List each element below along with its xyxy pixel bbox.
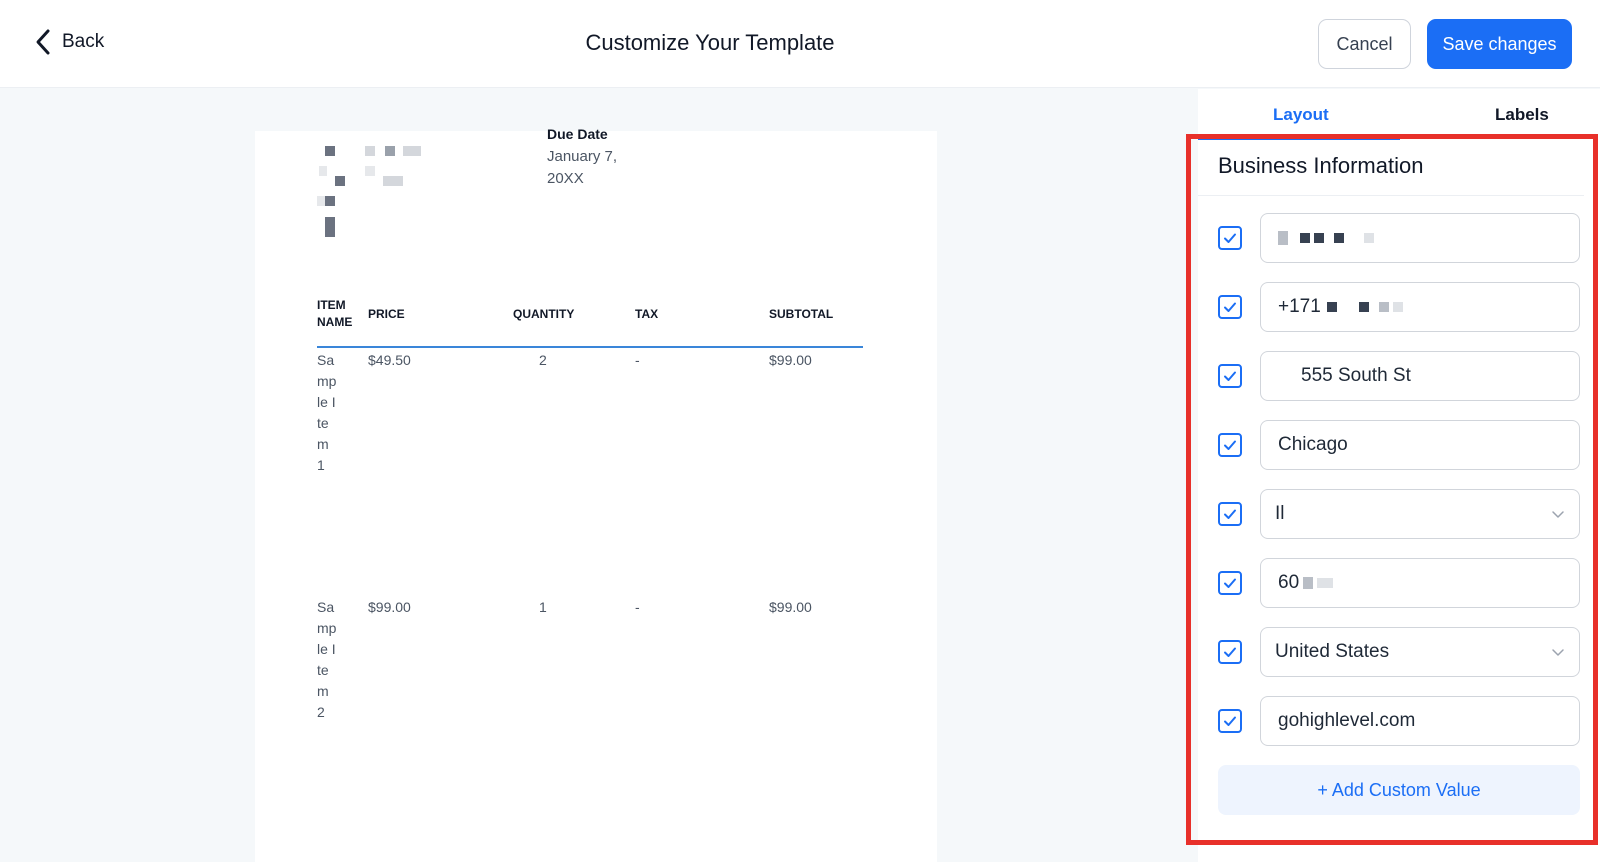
item-tax: - xyxy=(635,599,640,615)
item-quantity: 1 xyxy=(539,599,547,615)
field-row-postal-code: 60 xyxy=(1218,558,1580,608)
checkmark-icon xyxy=(1224,509,1236,519)
section-title: Business Information xyxy=(1218,153,1424,178)
item-name: Sample Item 1 xyxy=(317,352,337,473)
column-subtotal: SUBTOTAL xyxy=(769,307,834,321)
due-date-label: Due Date xyxy=(547,126,608,142)
checkmark-icon xyxy=(1224,440,1236,450)
column-price: PRICE xyxy=(368,307,405,321)
field-row-city: Chicago xyxy=(1218,420,1580,470)
phone-checkbox[interactable] xyxy=(1218,295,1242,319)
redacted-value xyxy=(1278,231,1378,245)
item-price: $99.00 xyxy=(368,599,411,615)
top-bar: Back Customize Your Template Cancel Save… xyxy=(0,0,1600,88)
section-divider xyxy=(1198,195,1584,196)
country-select[interactable]: United States xyxy=(1260,627,1580,677)
active-tab-indicator xyxy=(1198,137,1400,140)
postal-code-value: 60 xyxy=(1278,572,1300,593)
phone-input[interactable]: +171 xyxy=(1260,282,1580,332)
field-row-country: United States xyxy=(1218,627,1580,677)
checkmark-icon xyxy=(1224,233,1236,243)
city-input[interactable]: Chicago xyxy=(1260,420,1580,470)
business-name-input[interactable] xyxy=(1260,213,1580,263)
item-name: Sample Item 2 xyxy=(317,599,337,720)
field-row-state: Il xyxy=(1218,489,1580,539)
redacted-value xyxy=(1326,302,1407,312)
item-price: $49.50 xyxy=(368,352,411,368)
checkmark-icon xyxy=(1224,302,1236,312)
page-title: Customize Your Template xyxy=(585,30,835,55)
column-tax: TAX xyxy=(635,307,659,321)
tab-layout[interactable]: Layout xyxy=(1273,105,1329,125)
field-row-website: gohighlevel.com xyxy=(1218,696,1580,746)
chevron-down-icon xyxy=(1552,649,1564,656)
website-value: gohighlevel.com xyxy=(1278,710,1416,731)
tab-labels[interactable]: Labels xyxy=(1495,105,1549,125)
postal-code-input[interactable]: 60 xyxy=(1260,558,1580,608)
address-value: 555 South St xyxy=(1301,365,1411,386)
phone-value: +171 xyxy=(1278,296,1321,317)
checkmark-icon xyxy=(1224,371,1236,381)
settings-panel: Layout Labels Business Information +171 … xyxy=(1198,89,1600,862)
field-row-business-name xyxy=(1218,213,1580,263)
invoice-preview: Due Date January 7, 20XX ITEM NAME PRICE… xyxy=(255,126,937,862)
postal-code-checkbox[interactable] xyxy=(1218,571,1242,595)
table-header-rule xyxy=(317,346,863,348)
website-input[interactable]: gohighlevel.com xyxy=(1260,696,1580,746)
due-date-value: January 7, 20XX xyxy=(547,148,618,187)
state-select[interactable]: Il xyxy=(1260,489,1580,539)
cancel-button[interactable]: Cancel xyxy=(1318,19,1411,69)
chevron-down-icon xyxy=(1552,511,1564,518)
column-quantity: QUANTITY xyxy=(513,307,575,321)
city-value: Chicago xyxy=(1278,434,1348,455)
address-input[interactable]: 555 South St xyxy=(1260,351,1580,401)
item-subtotal: $99.00 xyxy=(769,352,812,368)
item-quantity: 2 xyxy=(539,352,547,368)
state-value: Il xyxy=(1275,503,1285,524)
checkmark-icon xyxy=(1224,647,1236,657)
field-row-phone: +171 xyxy=(1218,282,1580,332)
column-item-name: ITEM NAME xyxy=(317,298,353,329)
item-subtotal: $99.00 xyxy=(769,599,812,615)
field-row-address: 555 South St xyxy=(1218,351,1580,401)
address-checkbox[interactable] xyxy=(1218,364,1242,388)
save-changes-button[interactable]: Save changes xyxy=(1427,19,1572,69)
website-checkbox[interactable] xyxy=(1218,709,1242,733)
business-name-checkbox[interactable] xyxy=(1218,226,1242,250)
item-tax: - xyxy=(635,352,640,368)
state-checkbox[interactable] xyxy=(1218,502,1242,526)
add-custom-value-button[interactable]: + Add Custom Value xyxy=(1218,765,1580,815)
city-checkbox[interactable] xyxy=(1218,433,1242,457)
redacted-value xyxy=(1303,577,1337,589)
checkmark-icon xyxy=(1224,716,1236,726)
country-value: United States xyxy=(1275,641,1390,662)
checkmark-icon xyxy=(1224,578,1236,588)
country-checkbox[interactable] xyxy=(1218,640,1242,664)
